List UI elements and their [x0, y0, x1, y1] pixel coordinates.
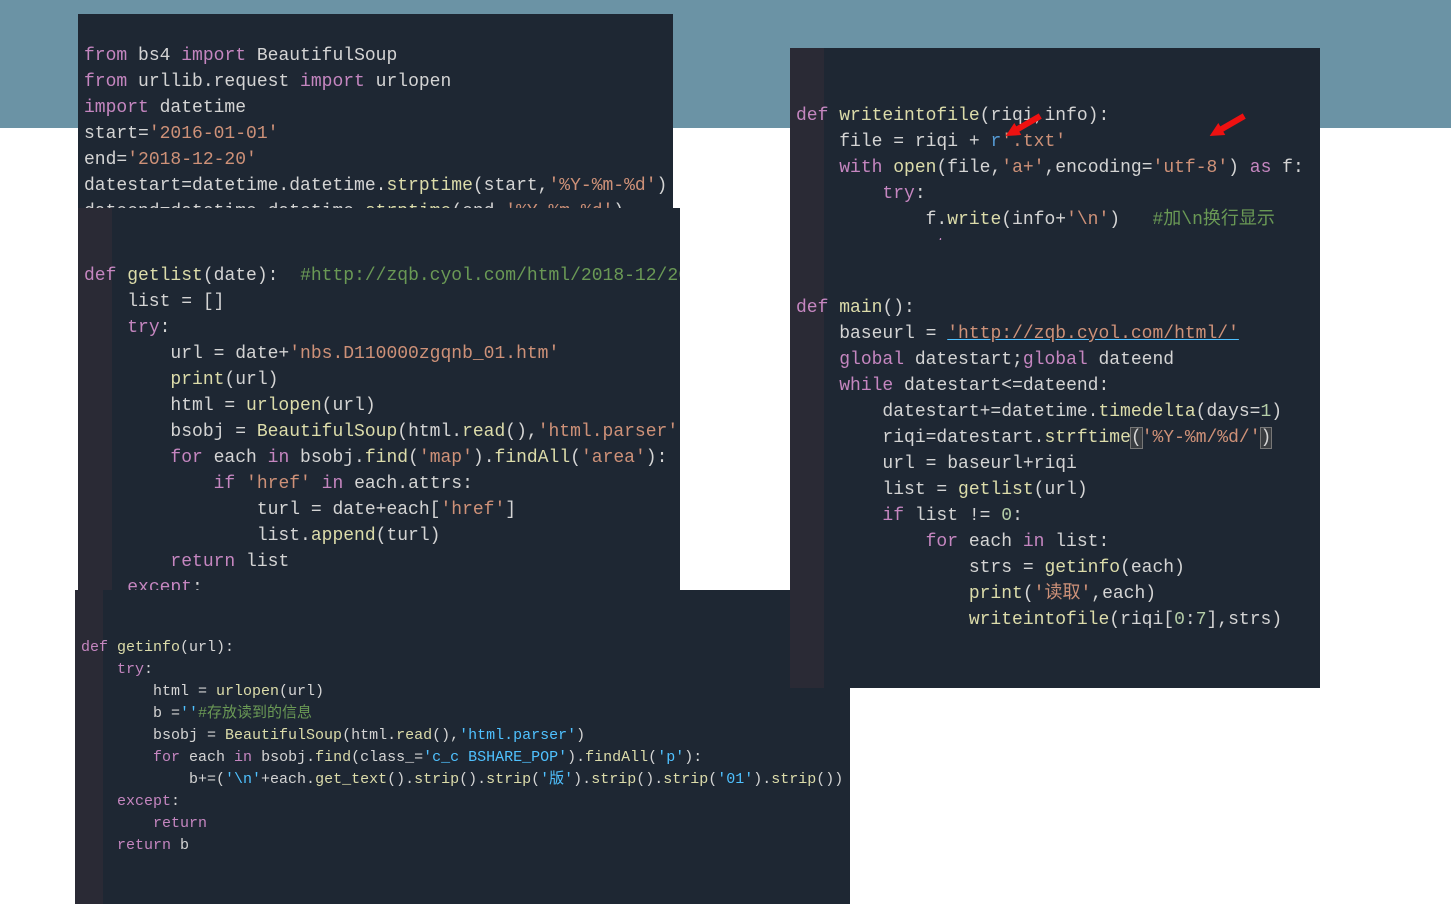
code-block-main: def main(): baseurl = 'http://zqb.cyol.c… — [790, 240, 1320, 688]
comment-url: #http://zqb.cyol.com/html/2018-12/26/ — [300, 266, 680, 286]
code-block-getinfo: def getinfo(url): try: html = urlopen(ur… — [75, 590, 850, 904]
code-getinfo: def getinfo(url): try: html = urlopen(ur… — [75, 634, 850, 860]
comment-write: #加\n换行显示 — [1153, 210, 1275, 230]
slide-canvas: from bs4 import BeautifulSoup from urlli… — [0, 0, 1451, 818]
code-imports: from bs4 import BeautifulSoup from urlli… — [78, 40, 673, 228]
code-main: def main(): baseurl = 'http://zqb.cyol.c… — [790, 292, 1320, 636]
code-getlist: def getlist(date): #http://zqb.cyol.com/… — [78, 260, 680, 630]
comment-b: #存放读到的信息 — [198, 705, 312, 722]
